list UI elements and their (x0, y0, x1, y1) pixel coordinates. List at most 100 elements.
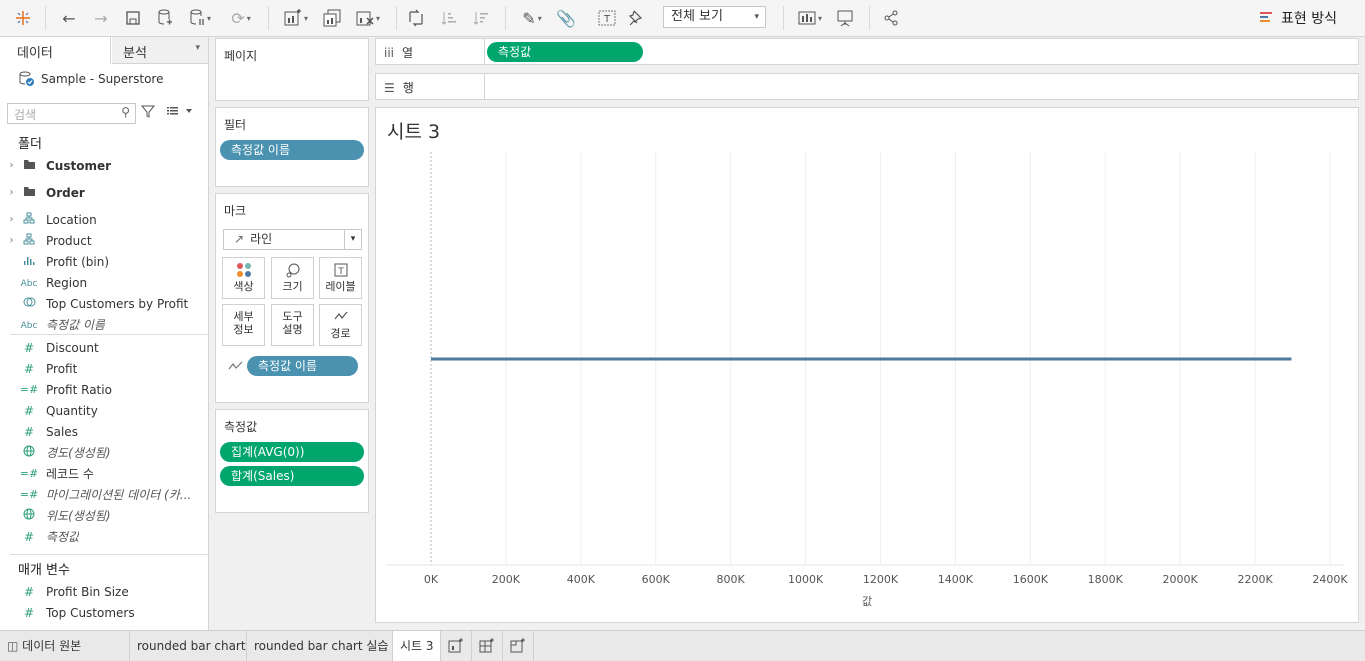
filter-pill[interactable]: 측정값 이름 (220, 140, 364, 160)
field-item[interactable]: › Product (0, 230, 208, 251)
chevron-right-icon[interactable]: › (6, 160, 17, 171)
new-dashboard-icon[interactable] (472, 631, 503, 661)
redo-icon[interactable]: → (90, 6, 112, 30)
field-item[interactable]: =# 레코드 수 (0, 463, 208, 484)
mark-type-select[interactable]: ↗ 라인 ▾ (223, 229, 362, 250)
toolbar: ← → ▾ ⟳ ▾ ▾ ▾ ✎ ▾ 📎 T 전체 보기 ▾ ▾ 표현 방식 (0, 0, 1365, 37)
tableau-logo-icon[interactable] (13, 6, 33, 30)
field-item[interactable]: Top Customers by Profit (0, 293, 208, 314)
rows-shelf[interactable]: ☰ 행 (375, 73, 1359, 100)
field-item[interactable]: Abc 측정값 이름 (0, 314, 208, 335)
show-cards-icon[interactable]: ▾ (793, 6, 827, 30)
measure-pill[interactable]: 집계(AVG(0)) (220, 442, 364, 462)
field-label: Customer (46, 158, 112, 173)
label-icon: T (320, 262, 361, 280)
highlight-icon[interactable]: ✎ ▾ (515, 6, 549, 30)
field-label: Order (46, 185, 85, 200)
field-item[interactable]: › Location (0, 209, 208, 230)
chevron-down-icon: ▾ (754, 12, 759, 22)
new-datasource-icon[interactable] (154, 6, 176, 30)
x-tick-label: 2400K (1312, 573, 1348, 586)
field-item[interactable]: › Customer (0, 155, 208, 176)
refresh-icon[interactable]: ⟳ ▾ (224, 6, 258, 30)
columns-pill[interactable]: 측정값 (487, 42, 643, 62)
measure-pill[interactable]: 합계(Sales) (220, 466, 364, 486)
field-label: 측정값 (46, 530, 80, 544)
chevron-right-icon[interactable]: › (6, 187, 17, 198)
chevron-right-icon[interactable]: › (6, 235, 17, 246)
tab-datasource[interactable]: ◫ 데이터 원본 (0, 631, 130, 661)
filters-card[interactable]: 필터 측정값 이름 (215, 107, 369, 187)
field-item[interactable]: # Discount (0, 337, 208, 358)
undo-icon[interactable]: ← (58, 6, 80, 30)
parameter-item[interactable]: # Top Customers (0, 602, 208, 623)
path-button[interactable]: 경로 (319, 304, 362, 346)
worksheet-view[interactable]: 시트 3 0K 200K 400K 600K 800K 1000K 1200K 1400K 16… (375, 107, 1359, 623)
tab-data[interactable]: 데이터 (0, 37, 111, 64)
field-label: 측정값 이름 (46, 318, 106, 332)
presentation-mode-icon[interactable] (833, 6, 857, 30)
pages-card[interactable]: 페이지 (215, 38, 369, 101)
svg-text:T: T (603, 14, 611, 25)
pages-title: 페이지 (224, 49, 258, 63)
new-worksheet-icon[interactable]: ▾ (278, 6, 314, 30)
chevron-right-icon[interactable]: › (6, 214, 17, 225)
field-item[interactable]: # Sales (0, 421, 208, 442)
new-worksheet-icon[interactable] (441, 631, 472, 661)
sheet-tab[interactable]: rounded bar chart 실습 (247, 631, 393, 661)
pin-axes-icon[interactable] (625, 6, 647, 30)
measure-values-card: 측정값 집계(AVG(0)) 합계(Sales) (215, 409, 369, 513)
number-icon: # (23, 605, 35, 620)
field-item[interactable]: # Quantity (0, 400, 208, 421)
tooltip-button[interactable]: 도구 설명 (271, 304, 314, 346)
show-labels-icon[interactable]: T (596, 6, 618, 30)
field-item[interactable]: 경도(생성됨) (0, 442, 208, 463)
fit-select[interactable]: 전체 보기 ▾ (663, 6, 766, 28)
marks-pill[interactable]: 측정값 이름 (247, 356, 358, 376)
columns-shelf[interactable]: iii 열 측정값 (375, 38, 1359, 65)
data-pane: 데이터 분석 ▾ Sample - Superstore 검색 ⚲ 폴더 › Cust… (0, 37, 209, 630)
field-label: Profit (46, 361, 78, 376)
line-mark-icon: ↗ (234, 232, 245, 246)
field-item[interactable]: › Order (0, 182, 208, 203)
color-button[interactable]: 색상 (222, 257, 265, 299)
folders-title: 폴더 (18, 137, 42, 152)
field-item[interactable]: # Profit (0, 358, 208, 379)
label-button[interactable]: T 레이블 (319, 257, 362, 299)
detail-button[interactable]: 세부 정보 (222, 304, 265, 346)
field-item[interactable]: 위도(생성됨) (0, 505, 208, 526)
field-item[interactable]: Profit (bin) (0, 251, 208, 272)
field-item[interactable]: =# Profit Ratio (0, 379, 208, 400)
clear-sheet-icon[interactable]: ▾ (350, 6, 386, 30)
share-icon[interactable] (880, 6, 902, 30)
pause-updates-icon[interactable]: ▾ (186, 6, 214, 30)
sort-descending-icon[interactable] (470, 6, 492, 30)
group-members-icon[interactable]: 📎 (555, 6, 577, 30)
swap-axes-icon[interactable] (405, 6, 427, 30)
sheet-tab[interactable]: rounded bar chart (130, 631, 247, 661)
field-item[interactable]: =# 마이그레이션된 데이터 (카... (0, 484, 208, 505)
view-options-icon[interactable] (166, 104, 194, 122)
size-button[interactable]: 크기 (271, 257, 314, 299)
save-icon[interactable] (122, 6, 144, 30)
parameter-item[interactable]: # Profit Bin Size (0, 581, 208, 602)
sort-ascending-icon[interactable] (438, 6, 460, 30)
sheet-tab-active[interactable]: 시트 3 (393, 631, 441, 661)
abc-icon: Abc (20, 279, 38, 289)
field-item[interactable]: Abc Region (0, 272, 208, 293)
filter-icon[interactable] (140, 104, 156, 122)
show-me-icon (1260, 12, 1272, 22)
search-input[interactable]: 검색 ⚲ (7, 103, 136, 124)
path-icon (320, 309, 361, 327)
show-me-button[interactable]: 표현 방식 (1259, 7, 1337, 29)
duplicate-sheet-icon[interactable] (320, 6, 344, 30)
tab-analysis[interactable]: 분석 ▾ (112, 37, 208, 64)
columns-icon: iii (384, 46, 395, 60)
field-item[interactable]: # 측정값 (0, 526, 208, 547)
x-tick-label: 1600K (1013, 573, 1049, 586)
line-path-icon (228, 360, 244, 375)
datasource-item[interactable]: Sample - Superstore (18, 70, 163, 87)
number-icon: # (23, 584, 35, 599)
hierarchy-icon (19, 233, 39, 248)
new-story-icon[interactable] (503, 631, 534, 661)
